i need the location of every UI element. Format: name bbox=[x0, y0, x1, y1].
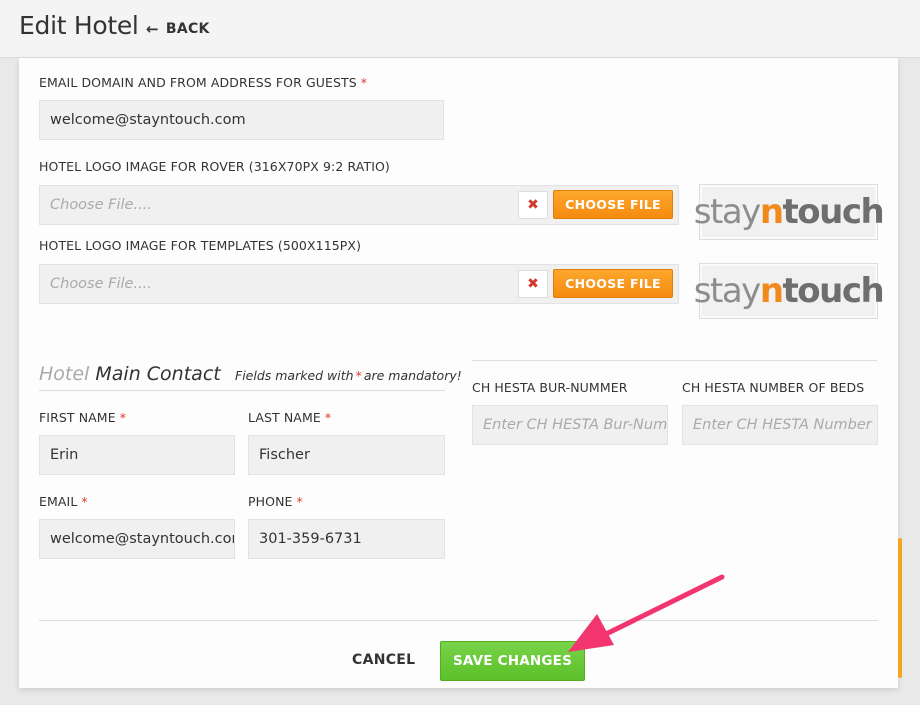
close-icon: ✖ bbox=[527, 197, 539, 213]
email-domain-input[interactable]: welcome@stayntouch.com bbox=[39, 100, 444, 140]
ch-hesta-beds-input[interactable]: Enter CH HESTA Number of bbox=[682, 405, 878, 445]
footer-divider bbox=[39, 620, 878, 621]
first-name-label: FIRST NAME * bbox=[39, 410, 127, 425]
main-contact-divider bbox=[39, 390, 445, 391]
first-name-input[interactable]: Erin bbox=[39, 435, 235, 475]
main-contact-heading: Hotel Main Contact bbox=[39, 363, 221, 385]
cancel-button[interactable]: CANCEL bbox=[352, 652, 415, 668]
app-window: Edit Hotel ← BACK EMAIL DOMAIN AND FROM … bbox=[0, 0, 920, 705]
logo-rover-choose-file-button[interactable]: CHOOSE FILE bbox=[553, 190, 673, 219]
back-button[interactable]: ← BACK bbox=[146, 20, 210, 38]
email-label: EMAIL * bbox=[39, 494, 88, 509]
edit-hotel-form: EMAIL DOMAIN AND FROM ADDRESS FOR GUESTS… bbox=[19, 58, 898, 688]
logo-rover-label: HOTEL LOGO IMAGE FOR ROVER (316X70PX 9:2… bbox=[39, 159, 390, 174]
email-domain-label: EMAIL DOMAIN AND FROM ADDRESS FOR GUESTS… bbox=[39, 75, 368, 90]
ch-hesta-divider bbox=[472, 360, 877, 361]
phone-label: PHONE * bbox=[248, 494, 303, 509]
scrollbar-thumb[interactable] bbox=[898, 538, 902, 678]
close-icon: ✖ bbox=[527, 276, 539, 292]
page-title: Edit Hotel bbox=[19, 11, 139, 40]
logo-templates-remove-button[interactable]: ✖ bbox=[518, 270, 548, 298]
logo-templates-choose-file-button[interactable]: CHOOSE FILE bbox=[553, 269, 673, 298]
ch-hesta-bur-nummer-input[interactable]: Enter CH HESTA Bur-Numm bbox=[472, 405, 668, 445]
logo-rover-preview: stay n touch bbox=[694, 184, 885, 240]
last-name-input[interactable]: Fischer bbox=[248, 435, 445, 475]
ch-hesta-beds-label: CH HESTA NUMBER OF BEDS bbox=[682, 380, 865, 395]
ch-hesta-bur-nummer-label: CH HESTA BUR-NUMMER bbox=[472, 380, 628, 395]
page-header: Edit Hotel ← BACK bbox=[0, 0, 920, 58]
back-label: BACK bbox=[165, 21, 210, 37]
logo-rover-remove-button[interactable]: ✖ bbox=[518, 191, 548, 219]
mandatory-note: Fields marked with * are mandatory! bbox=[235, 368, 462, 383]
logo-templates-preview: stay n touch bbox=[694, 263, 885, 319]
phone-input[interactable]: 301-359-6731 bbox=[248, 519, 445, 559]
arrow-left-icon: ← bbox=[146, 20, 159, 38]
save-changes-button[interactable]: SAVE CHANGES bbox=[440, 641, 585, 681]
logo-templates-label: HOTEL LOGO IMAGE FOR TEMPLATES (500X115P… bbox=[39, 238, 362, 253]
email-input[interactable]: welcome@stayntouch.con bbox=[39, 519, 235, 559]
last-name-label: LAST NAME * bbox=[248, 410, 332, 425]
